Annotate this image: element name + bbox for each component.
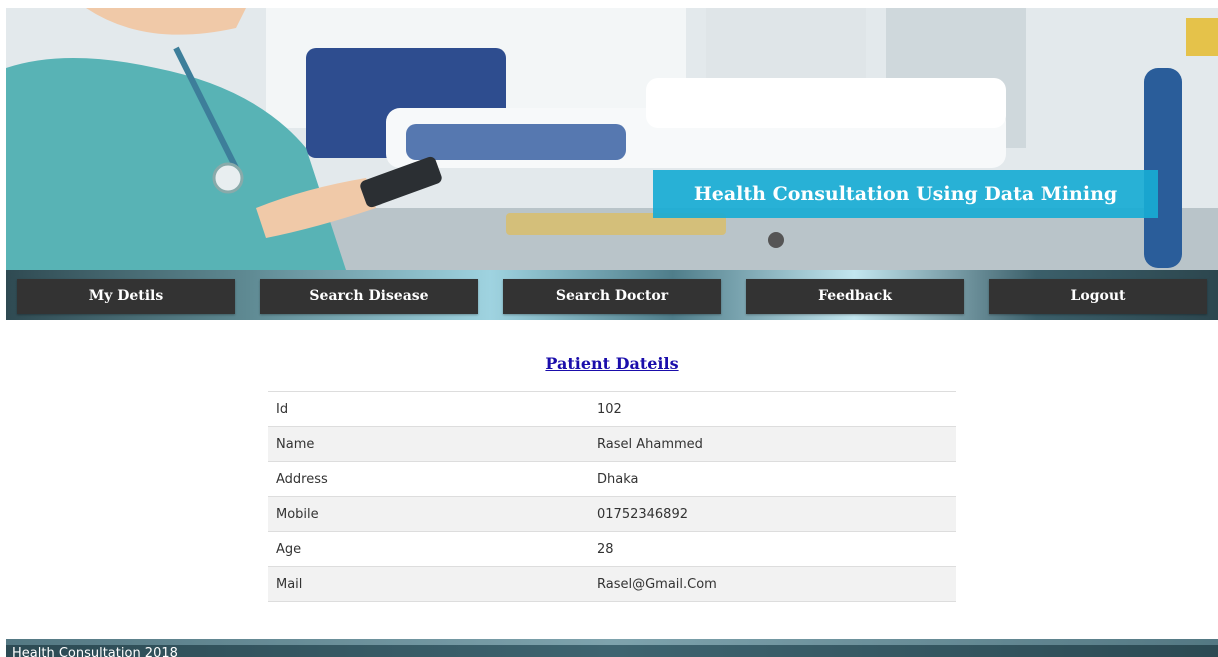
table-row: Id 102 <box>268 391 956 427</box>
row-label: Address <box>276 471 328 487</box>
row-label: Name <box>276 436 315 452</box>
footer-decoration <box>6 639 1218 645</box>
nav-logout-button[interactable]: Logout <box>989 279 1207 314</box>
nav-feedback-button[interactable]: Feedback <box>746 279 964 314</box>
banner-hospital-image <box>6 8 1218 270</box>
table-row: Mail Rasel@Gmail.Com <box>268 566 956 602</box>
row-value: 28 <box>597 541 614 557</box>
table-row: Age 28 <box>268 531 956 567</box>
table-row: Address Dhaka <box>268 461 956 497</box>
row-value: 01752346892 <box>597 506 688 522</box>
row-label: Mobile <box>276 506 319 522</box>
row-label: Age <box>276 541 302 557</box>
nav-search-disease-button[interactable]: Search Disease <box>260 279 478 314</box>
nav-my-details-button[interactable]: My Detils <box>17 279 235 314</box>
row-value: Rasel@Gmail.Com <box>597 576 717 592</box>
table-row: Mobile 01752346892 <box>268 496 956 532</box>
row-label: Mail <box>276 576 303 592</box>
footer-text: Health Consultation 2018 <box>12 646 178 657</box>
page: Health Consultation Using Data Mining My… <box>6 8 1218 657</box>
nav-bar: My Detils Search Disease Search Doctor F… <box>6 270 1218 320</box>
row-value: Dhaka <box>597 471 639 487</box>
header-banner: Health Consultation Using Data Mining <box>6 8 1218 270</box>
row-value: Rasel Ahammed <box>597 436 703 452</box>
footer: Health Consultation 2018 <box>6 639 1218 657</box>
row-value: 102 <box>597 401 622 417</box>
patient-details-table: Id 102 Name Rasel Ahammed Address Dhaka … <box>268 391 956 602</box>
table-row: Name Rasel Ahammed <box>268 426 956 462</box>
nav-search-doctor-button[interactable]: Search Doctor <box>503 279 721 314</box>
patient-details-heading[interactable]: Patient Dateils <box>268 354 956 373</box>
row-label: Id <box>276 401 289 417</box>
banner-title: Health Consultation Using Data Mining <box>653 170 1158 218</box>
